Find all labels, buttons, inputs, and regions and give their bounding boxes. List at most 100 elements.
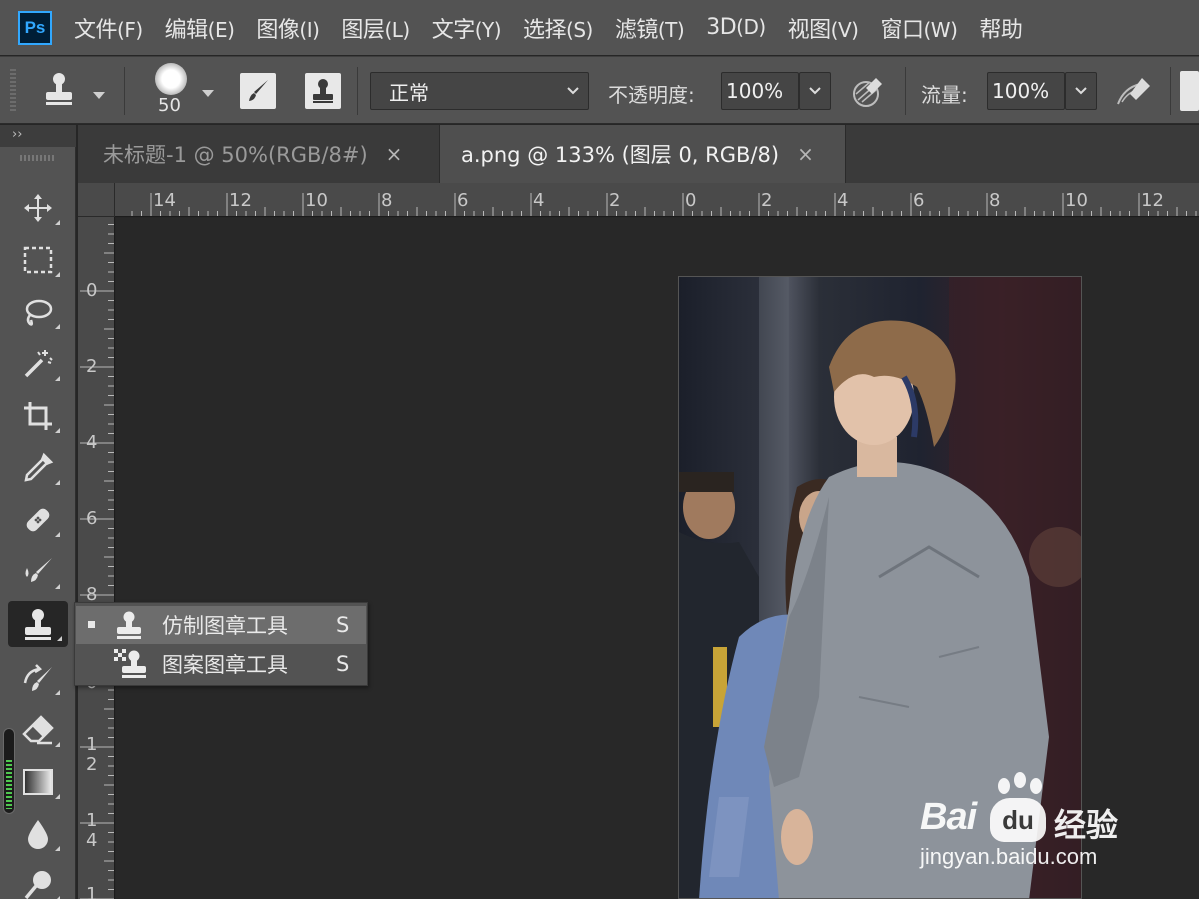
- ruler-label: 12: [1141, 190, 1164, 211]
- crop-icon: [24, 402, 52, 430]
- ruler-label: 4: [86, 432, 98, 453]
- blur-tool[interactable]: [14, 811, 62, 857]
- photoshop-logo[interactable]: Ps: [18, 10, 52, 45]
- ruler-label: 6: [86, 508, 98, 529]
- toolbar-collapse[interactable]: ››: [0, 125, 76, 147]
- ruler-label: 2: [609, 190, 621, 211]
- horizontal-ruler-ticks: [131, 193, 1197, 216]
- pressure-opacity-toggle[interactable]: [850, 74, 886, 114]
- flyout-item-pattern-stamp[interactable]: 图案图章工具 S: [76, 645, 366, 683]
- flow-dropdown[interactable]: [1065, 72, 1097, 110]
- clone-stamp-icon: [25, 609, 51, 640]
- marquee-tool[interactable]: [14, 237, 62, 283]
- ruler-label: 2: [86, 356, 98, 377]
- clone-source-icon: [313, 79, 333, 103]
- ruler-label: 0: [86, 280, 98, 301]
- options-bar-grip[interactable]: [10, 69, 16, 113]
- chevron-down-icon: [1075, 87, 1087, 95]
- ruler-label: 6: [913, 190, 925, 211]
- brush-panel-toggle[interactable]: [1180, 71, 1199, 111]
- dodge-tool[interactable]: [14, 861, 62, 899]
- ruler-label: 8: [989, 190, 1001, 211]
- tool-preset-picker[interactable]: [42, 71, 76, 111]
- gradient-tool[interactable]: [14, 759, 62, 805]
- tab-a-png[interactable]: a.png @ 133% (图层 0, RGB/8) ×: [440, 125, 846, 183]
- dodge-icon: [24, 871, 51, 899]
- tools-panel-grip[interactable]: [20, 155, 56, 161]
- airbrush-icon: [1117, 78, 1150, 105]
- clone-stamp-flyout-menu: 仿制图章工具 S 图案图章工具 S: [74, 602, 368, 686]
- close-icon[interactable]: ×: [797, 142, 814, 166]
- history-brush-tool[interactable]: [14, 655, 62, 701]
- menu-image[interactable]: 图像(I): [256, 12, 320, 44]
- move-icon: [24, 194, 52, 222]
- gradient-icon: [23, 769, 53, 795]
- airbrush-toggle[interactable]: [1114, 74, 1154, 114]
- ruler-label: 14: [153, 190, 176, 211]
- ruler-label: 10: [305, 190, 328, 211]
- options-bar: 50 正常 不透明度: 100% 流量: 100%: [0, 56, 1199, 124]
- horizontal-ruler[interactable]: 14 12 10 8 6 4 2 0 2 4 6 8 10 12: [115, 183, 1199, 217]
- lasso-tool[interactable]: [14, 289, 62, 335]
- brush-icon: [25, 558, 52, 582]
- eyedropper-icon: [24, 452, 54, 482]
- opacity-dropdown[interactable]: [799, 72, 831, 110]
- pressure-opacity-icon: [853, 78, 882, 107]
- flow-input[interactable]: 100%: [987, 72, 1065, 110]
- watermark-du-badge: du: [990, 798, 1046, 842]
- brush-picker-caret[interactable]: [202, 90, 214, 97]
- ruler-label: 4: [533, 190, 545, 211]
- clone-source-button[interactable]: [305, 73, 341, 109]
- menu-file[interactable]: 文件(F): [74, 12, 143, 44]
- watermark-url: jingyan.baidu.com: [920, 844, 1098, 869]
- pattern-stamp-icon: [114, 649, 148, 684]
- brush-pressure-meter: [3, 728, 15, 814]
- ruler-label: 4: [837, 190, 849, 211]
- watermark-brand-cn: 经验: [1054, 806, 1119, 844]
- menu-layer[interactable]: 图层(L): [341, 12, 410, 44]
- menu-bar: Ps 文件(F) 编辑(E) 图像(I) 图层(L) 文字(Y) 选择(S) 滤…: [0, 0, 1199, 55]
- healing-brush-tool[interactable]: [14, 497, 62, 543]
- clone-stamp-icon: [114, 610, 144, 645]
- ruler-label: 1 4: [86, 810, 98, 851]
- brush-settings-button[interactable]: [240, 73, 276, 109]
- eyedropper-tool[interactable]: [14, 445, 62, 491]
- tool-preset-caret[interactable]: [93, 92, 105, 99]
- vertical-ruler[interactable]: 0246801 21 41: [78, 217, 115, 899]
- brush-settings-icon: [249, 80, 268, 101]
- ruler-label: 10: [1065, 190, 1088, 211]
- eraser-tool[interactable]: [14, 707, 62, 753]
- magic-wand-icon: [24, 350, 53, 378]
- lasso-icon: [25, 299, 53, 326]
- flow-label: 流量:: [921, 83, 968, 107]
- menu-3d[interactable]: 3D(D): [706, 15, 766, 40]
- bandage-icon: [26, 508, 50, 532]
- ruler-origin[interactable]: [78, 183, 115, 217]
- brush-preview-icon[interactable]: [155, 63, 187, 95]
- menu-edit[interactable]: 编辑(E): [165, 12, 235, 44]
- tab-untitled-1[interactable]: 未标题-1 @ 50%(RGB/8#) ×: [78, 125, 440, 183]
- ruler-label: 1 2: [86, 734, 98, 775]
- close-icon[interactable]: ×: [386, 142, 403, 166]
- brush-tool[interactable]: [14, 549, 62, 595]
- menu-view[interactable]: 视图(V): [788, 12, 859, 44]
- document-tabs: 未标题-1 @ 50%(RGB/8#) × a.png @ 133% (图层 0…: [78, 125, 1199, 183]
- move-tool[interactable]: [14, 185, 62, 231]
- clone-stamp-tool[interactable]: [8, 601, 68, 647]
- menu-window[interactable]: 窗口(W): [880, 12, 957, 44]
- flyout-item-clone-stamp[interactable]: 仿制图章工具 S: [76, 606, 366, 644]
- selected-bullet-icon: [88, 621, 95, 628]
- vertical-ruler-ticks: [80, 224, 114, 899]
- crop-tool[interactable]: [14, 393, 62, 439]
- menu-select[interactable]: 选择(S): [523, 12, 593, 44]
- menu-filter[interactable]: 滤镜(T): [615, 12, 685, 44]
- ruler-label: 1: [86, 884, 98, 899]
- magic-wand-tool[interactable]: [14, 341, 62, 387]
- eraser-icon: [22, 715, 54, 745]
- menu-type[interactable]: 文字(Y): [432, 12, 502, 44]
- opacity-input[interactable]: 100%: [721, 72, 799, 110]
- droplet-icon: [28, 820, 48, 849]
- blend-mode-select[interactable]: 正常: [370, 72, 589, 110]
- ruler-label: 2: [761, 190, 773, 211]
- menu-help[interactable]: 帮助: [979, 12, 1023, 44]
